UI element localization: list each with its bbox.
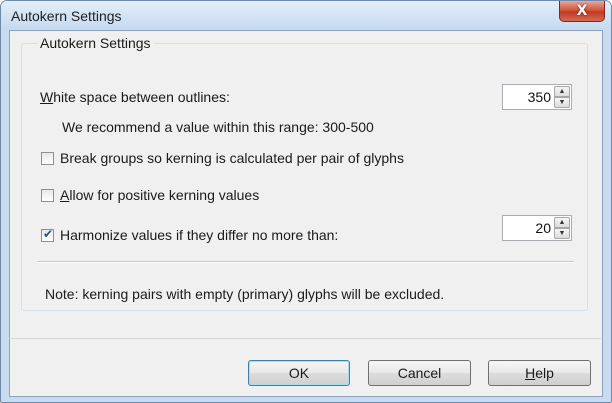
allow-positive-checkbox[interactable] [41, 189, 54, 202]
cancel-button[interactable]: Cancel [368, 360, 471, 386]
group-separator [37, 261, 574, 263]
whitespace-increment-button[interactable]: ▲ [554, 86, 570, 97]
whitespace-label-text: hite space between outlines: [53, 89, 230, 105]
spin-up-icon: ▲ [558, 219, 566, 226]
checkmark-icon: ✔ [43, 227, 54, 241]
allow-positive-label-text: llow for positive kerning values [69, 187, 260, 203]
harmonize-increment-button[interactable]: ▲ [554, 217, 570, 228]
harmonize-spin-buttons: ▲ ▼ [554, 217, 570, 239]
whitespace-spin-buttons: ▲ ▼ [554, 86, 570, 108]
harmonize-value[interactable]: 20 [535, 220, 551, 236]
whitespace-recommendation: We recommend a value within this range: … [62, 119, 374, 135]
harmonize-label[interactable]: Harmonize values if they differ no more … [60, 227, 338, 243]
help-button-text: elp [535, 365, 554, 381]
spin-up-icon: ▲ [558, 88, 566, 95]
harmonize-checkbox[interactable]: ✔ [41, 227, 54, 242]
close-button[interactable]: X [559, 1, 605, 22]
break-groups-checkbox[interactable] [41, 152, 54, 165]
allow-positive-accel-key: A [60, 187, 70, 203]
whitespace-spinner[interactable]: 350 ▲ ▼ [502, 84, 572, 110]
help-button[interactable]: Help [488, 360, 591, 386]
window-title: Autokern Settings [11, 8, 122, 24]
title-bar[interactable]: Autokern Settings X [1, 1, 611, 29]
spin-down-icon: ▼ [558, 99, 566, 106]
whitespace-decrement-button[interactable]: ▼ [554, 97, 570, 108]
close-icon: X [576, 3, 588, 19]
spin-down-icon: ▼ [558, 230, 566, 237]
footer-divider [9, 338, 601, 339]
allow-positive-label[interactable]: Allow for positive kerning values [60, 187, 259, 203]
group-legend: Autokern Settings [37, 35, 154, 51]
whitespace-accel-key: W [40, 89, 54, 105]
break-groups-label[interactable]: Break groups so kerning is calculated pe… [60, 150, 404, 166]
excluded-glyphs-note: Note: kerning pairs with empty (primary)… [45, 286, 445, 302]
whitespace-label: White space between outlines: [40, 89, 230, 105]
harmonize-spinner[interactable]: 20 ▲ ▼ [502, 215, 572, 241]
ok-button[interactable]: OK [248, 360, 350, 386]
whitespace-value[interactable]: 350 [528, 89, 551, 105]
harmonize-decrement-button[interactable]: ▼ [554, 228, 570, 239]
help-accel-key: H [525, 365, 536, 381]
